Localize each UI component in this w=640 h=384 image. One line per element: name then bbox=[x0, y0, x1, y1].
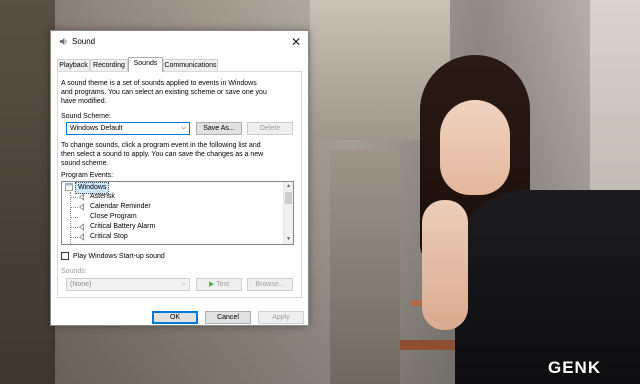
tab-playback[interactable]: Playback bbox=[57, 59, 90, 71]
sound-scheme-label: Sound Scheme: bbox=[61, 113, 111, 120]
list-item-critical-battery-alarm[interactable]: Critical Battery Alarm bbox=[90, 222, 155, 232]
scroll-thumb[interactable] bbox=[285, 192, 292, 204]
background-building bbox=[330, 150, 400, 384]
background-building bbox=[0, 0, 55, 384]
sounds-dropdown[interactable]: (None) ⌵ bbox=[66, 278, 190, 291]
close-icon[interactable]: ✕ bbox=[288, 34, 304, 50]
delete-button[interactable]: Delete bbox=[247, 122, 293, 135]
events-scrollbar[interactable]: ▲ ▼ bbox=[283, 182, 293, 244]
sounds-label: Sounds: bbox=[61, 268, 87, 275]
change-sounds-description: To change sounds, click a program event … bbox=[61, 142, 264, 167]
list-item-critical-stop[interactable]: Critical Stop bbox=[90, 232, 128, 242]
program-events-list[interactable]: Windows Asterisk Calendar Reminder Close… bbox=[61, 181, 294, 245]
sound-scheme-value: Windows Default bbox=[70, 125, 123, 132]
list-item-asterisk[interactable]: Asterisk bbox=[90, 192, 115, 202]
tab-communications[interactable]: Communications bbox=[163, 59, 218, 71]
window-title: Sound bbox=[72, 37, 96, 46]
theme-description: A sound theme is a set of sounds applied… bbox=[61, 80, 267, 105]
test-button[interactable]: ▶ Test bbox=[196, 278, 242, 291]
list-item-close-program[interactable]: Close Program bbox=[90, 212, 137, 222]
woman-arm bbox=[422, 200, 468, 330]
play-icon: ▶ bbox=[208, 281, 215, 288]
speaker-icon bbox=[79, 223, 84, 231]
chevron-down-icon: ⌵ bbox=[181, 125, 186, 131]
tab-recording[interactable]: Recording bbox=[90, 59, 128, 71]
browse-button[interactable]: Browse... bbox=[247, 278, 293, 291]
sound-dialog: Sound ✕ Playback Recording Sounds Commun… bbox=[50, 30, 309, 326]
speaker-icon bbox=[79, 203, 84, 211]
tab-sounds[interactable]: Sounds bbox=[128, 57, 163, 72]
scroll-up-icon[interactable]: ▲ bbox=[284, 182, 293, 191]
speaker-app-icon bbox=[59, 37, 67, 46]
tree-line bbox=[70, 237, 78, 238]
scroll-down-icon[interactable]: ▼ bbox=[284, 235, 293, 244]
save-as-button[interactable]: Save As... bbox=[196, 122, 242, 135]
apply-button[interactable]: Apply bbox=[258, 311, 304, 324]
woman-face bbox=[440, 100, 510, 195]
chevron-down-icon: ⌵ bbox=[181, 281, 186, 287]
cancel-button[interactable]: Cancel bbox=[205, 311, 251, 324]
speaker-icon bbox=[79, 193, 84, 201]
sounds-value: (None) bbox=[70, 281, 92, 288]
tree-line bbox=[70, 207, 78, 208]
test-button-label: Test bbox=[216, 281, 230, 288]
ok-button[interactable]: OK bbox=[152, 311, 198, 324]
program-events-label: Program Events: bbox=[61, 172, 114, 179]
tree-line bbox=[70, 217, 78, 218]
app-icon bbox=[65, 183, 73, 191]
startup-sound-label: Play Windows Start-up sound bbox=[73, 253, 165, 260]
speaker-icon bbox=[79, 233, 84, 241]
list-item-calendar-reminder[interactable]: Calendar Reminder bbox=[90, 202, 151, 212]
tree-line bbox=[70, 227, 78, 228]
watermark-logo: GENK bbox=[548, 358, 602, 377]
sound-scheme-dropdown[interactable]: Windows Default ⌵ bbox=[66, 122, 190, 135]
title-bar[interactable]: Sound ✕ bbox=[51, 31, 308, 53]
startup-sound-checkbox[interactable] bbox=[61, 252, 69, 260]
woman-dress bbox=[455, 190, 640, 384]
tree-line bbox=[70, 197, 78, 198]
